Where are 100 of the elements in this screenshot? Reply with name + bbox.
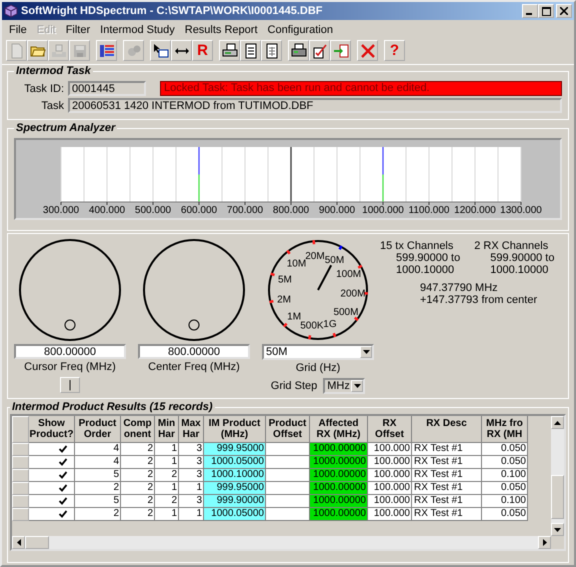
menu-item[interactable]: Intermod Study — [95, 24, 180, 36]
column-header[interactable]: Product Order — [75, 416, 121, 443]
table-cell: 1000.00000 — [310, 482, 368, 495]
dropdown-arrow-icon — [362, 350, 370, 354]
print-preview-icon — [222, 42, 238, 58]
checkbox[interactable] — [58, 496, 68, 506]
table-cell: 100.000 — [368, 495, 412, 508]
table-cell: 2 — [121, 482, 155, 495]
cursor-dial[interactable] — [18, 238, 122, 342]
channel-range: 599.90000 to — [489, 252, 554, 264]
axis-label: 1300.000 — [500, 205, 542, 216]
toolbar-button[interactable] — [288, 40, 309, 61]
checkbox[interactable] — [58, 457, 68, 467]
table-cell: 999.95000 — [204, 443, 266, 456]
grid-select[interactable]: 50M — [262, 344, 374, 360]
table-cell: 1000.10000 — [204, 469, 266, 482]
table-cell: 1 — [155, 456, 179, 469]
column-header[interactable]: MHz fro RX (MH — [482, 416, 528, 443]
toolbar-button[interactable] — [330, 40, 351, 61]
column-header[interactable]: Comp onent — [121, 416, 155, 443]
menu-item[interactable]: File — [4, 24, 32, 36]
scroll-thumb[interactable] — [25, 536, 49, 549]
table-cell: 2 — [121, 508, 155, 521]
maximize-button[interactable] — [538, 4, 554, 18]
group-title: Intermod Product Results (15 records) — [11, 401, 214, 413]
cursor-button[interactable]: | — [60, 377, 80, 393]
table-cell: RX Test #1 — [412, 495, 482, 508]
signal-line — [382, 147, 384, 202]
exit-icon — [332, 42, 348, 58]
checkbox[interactable] — [58, 483, 68, 493]
printer-icon — [290, 42, 306, 58]
table-cell: 1 — [155, 508, 179, 521]
column-header[interactable]: Min Har — [155, 416, 179, 443]
table-cell: 2 — [155, 495, 179, 508]
table-cell: 0.050 — [482, 482, 528, 495]
table-cell: 1000.00000 — [310, 508, 368, 521]
gears-icon — [126, 42, 142, 58]
task-id-field[interactable]: 0001445 — [68, 81, 146, 96]
table-cell: 2 — [121, 469, 155, 482]
group-title: Intermod Task — [15, 65, 92, 77]
axis-label: 1100.000 — [408, 205, 450, 216]
table-cell: 1000.00000 — [310, 495, 368, 508]
axis-label: 700.000 — [226, 205, 264, 216]
grid-label: Grid (Hz) — [296, 362, 340, 374]
dial-label: 10M — [286, 258, 306, 270]
cursor-line — [290, 147, 292, 202]
table-cell: 2 — [121, 456, 155, 469]
minimize-button[interactable] — [522, 4, 538, 18]
table-cell: 0.100 — [482, 495, 528, 508]
toolbar-button[interactable] — [309, 40, 330, 61]
cursor-freq-field[interactable]: 800.00000 — [14, 344, 126, 359]
dial-label: 1M — [287, 312, 302, 323]
column-header[interactable]: Max Har — [179, 416, 204, 443]
dial-label: 100M — [336, 269, 362, 280]
toolbar-button[interactable] — [150, 40, 171, 61]
axis-label: 500.000 — [134, 205, 172, 216]
menu-item[interactable]: Configuration — [262, 24, 338, 36]
checkbox[interactable] — [58, 509, 68, 519]
toolbar-button[interactable] — [96, 40, 117, 61]
close-button[interactable] — [556, 4, 572, 18]
dial-label: 2M — [277, 294, 291, 306]
center-dial[interactable] — [142, 238, 246, 342]
menu-item[interactable]: Results Report — [180, 24, 263, 36]
horizontal-scrollbar[interactable] — [12, 536, 564, 549]
table-cell: 100.000 — [368, 469, 412, 482]
table-cell: RX Test #1 — [412, 482, 482, 495]
grid-step-select[interactable]: MHz — [323, 378, 366, 394]
column-header[interactable]: IM Product (MHz) — [204, 416, 266, 443]
axis-label: 400.000 — [88, 205, 126, 216]
table-cell: 2 — [75, 482, 121, 495]
vertical-scrollbar[interactable] — [551, 416, 564, 536]
scroll-thumb[interactable] — [551, 475, 564, 519]
table-cell: 0.100 — [482, 469, 528, 482]
menu-item[interactable]: Filter — [60, 24, 96, 36]
table-cell: 5 — [75, 495, 121, 508]
column-header[interactable]: Affected RX (MHz) — [310, 416, 368, 443]
bars-icon — [98, 42, 114, 58]
column-header[interactable]: Product Offset — [266, 416, 310, 443]
channel-count: 2 RX Channels — [474, 240, 550, 252]
checkbox[interactable] — [58, 444, 68, 454]
toolbar-button[interactable] — [240, 40, 261, 61]
axis-label: 1200.000 — [454, 205, 496, 216]
task-field[interactable]: 20060531 1420 INTERMOD from TUTIMOD.DBF — [68, 98, 562, 113]
toolbar-button[interactable] — [219, 40, 240, 61]
page-icon — [8, 42, 24, 58]
table-cell: 5 — [75, 469, 121, 482]
axis-label: 1000.000 — [362, 205, 404, 216]
table-cell: 999.90000 — [204, 495, 266, 508]
table-cell: 0.050 — [482, 508, 528, 521]
toolbar-button[interactable] — [171, 40, 192, 61]
center-freq-field[interactable]: 800.00000 — [138, 344, 250, 359]
toolbar-button[interactable] — [261, 40, 282, 61]
pointer-box-icon — [152, 42, 168, 58]
column-header[interactable]: RX Desc — [412, 416, 482, 443]
cursor-info: 947.37790 MHz — [420, 282, 499, 294]
column-header[interactable]: Show Product? — [29, 416, 75, 443]
checkbox[interactable] — [58, 470, 68, 480]
grid-dial[interactable]: 20M 10M 50M 5M 100M 200M 2M 1M 500M 500K1G — [266, 238, 370, 342]
column-header[interactable]: RX Offset — [368, 416, 412, 443]
table-cell: RX Test #1 — [412, 469, 482, 482]
